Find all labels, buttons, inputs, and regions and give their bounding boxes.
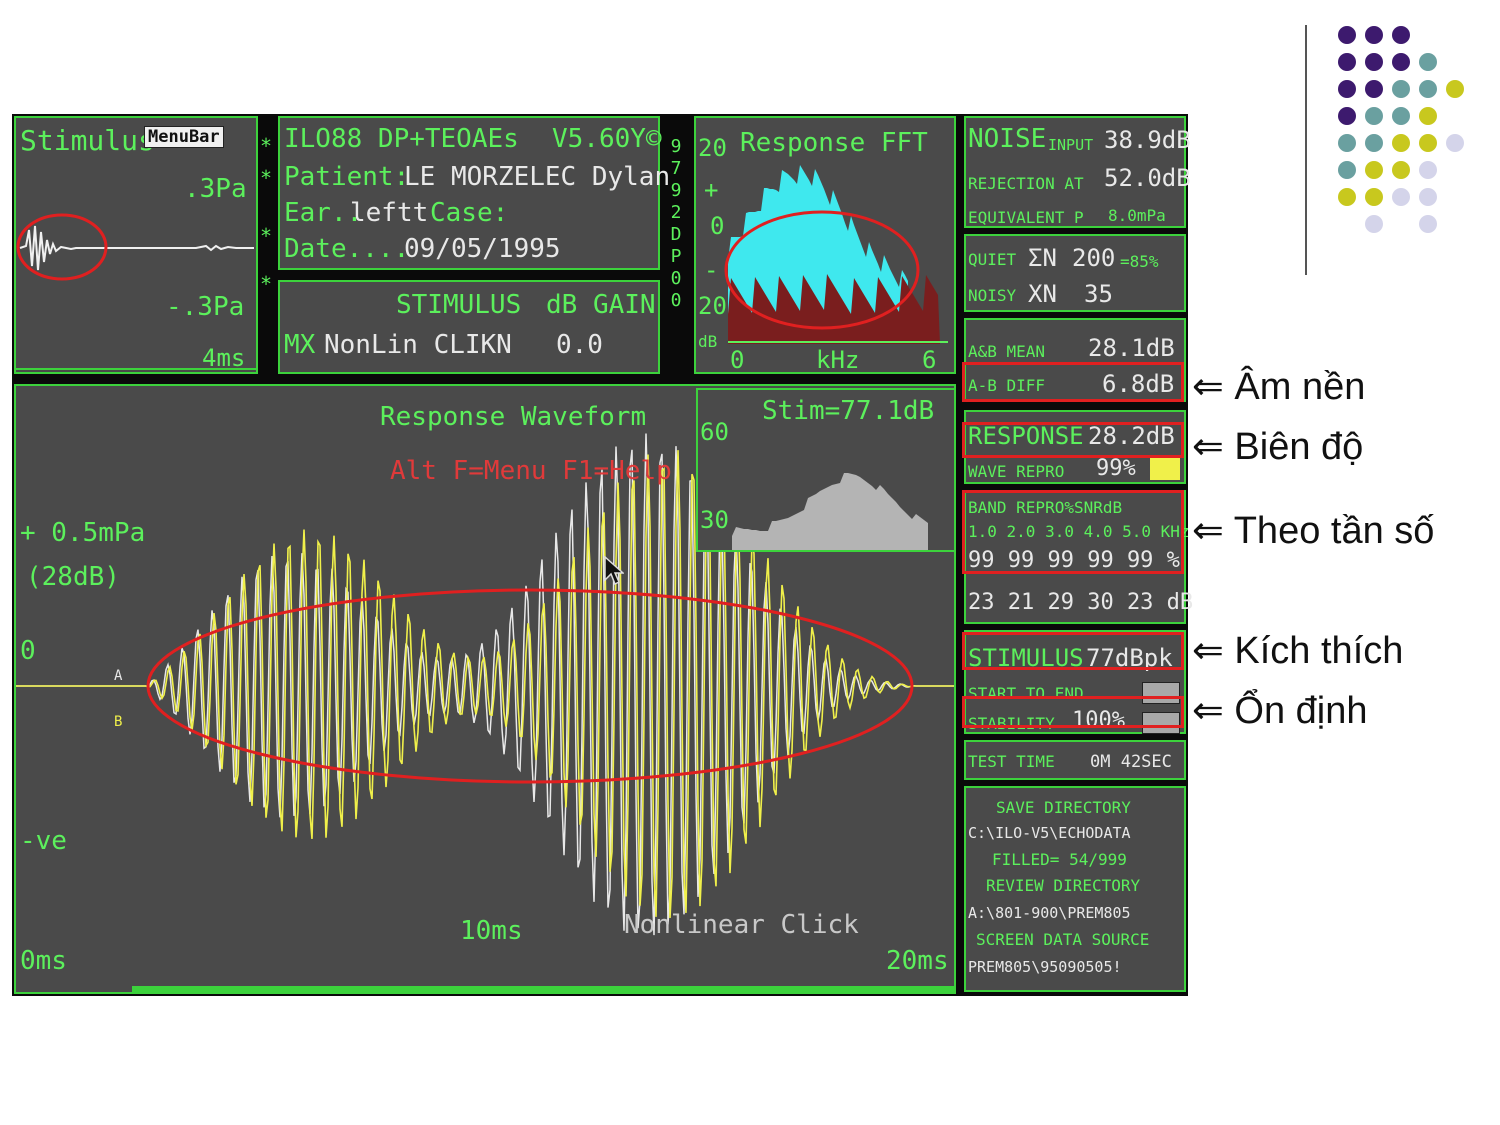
stimulus-highlight bbox=[16, 213, 108, 281]
waveform-highlight bbox=[146, 588, 914, 784]
stimulus-highlight-box bbox=[962, 632, 1184, 670]
annotation-amplitude: ⇐ Biên độ bbox=[1192, 426, 1364, 468]
highlight-ellipses bbox=[16, 210, 920, 784]
fft-highlight bbox=[724, 210, 920, 330]
annotation-noise: ⇐ Âm nền bbox=[1192, 366, 1366, 408]
band-highlight bbox=[962, 490, 1184, 574]
response-highlight bbox=[962, 422, 1184, 458]
stability-highlight bbox=[962, 696, 1184, 728]
annotation-stimulus: ⇐ Kích thích bbox=[1192, 630, 1404, 672]
annotation-stability: ⇐ Ổn định bbox=[1192, 690, 1368, 732]
annotation-frequency: ⇐ Theo tần số bbox=[1192, 510, 1435, 552]
ab-diff-highlight bbox=[962, 362, 1184, 402]
